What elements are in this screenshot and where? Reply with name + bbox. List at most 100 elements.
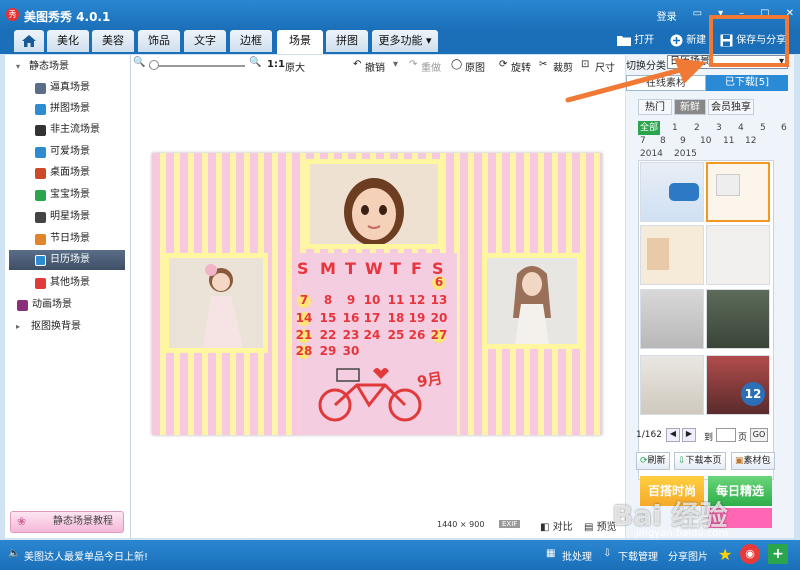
sidebar-item-collage[interactable]: 拼图场景 bbox=[5, 99, 131, 119]
month-filter[interactable]: 5 bbox=[760, 121, 766, 135]
girl-portrait-image bbox=[487, 258, 577, 344]
download-icon: ⇩ bbox=[678, 456, 686, 466]
sidebar-item-calendar[interactable]: 日历场景 bbox=[9, 250, 125, 270]
sidebar-item-desktop[interactable]: 桌面场景 bbox=[5, 163, 131, 183]
calendar-day: 18 bbox=[387, 311, 405, 325]
tab-border[interactable]: 边框 bbox=[230, 30, 272, 52]
calendar-thumb[interactable] bbox=[640, 355, 704, 415]
message-icon[interactable]: ▭ bbox=[693, 8, 702, 23]
month-filter[interactable]: 11 bbox=[723, 134, 734, 148]
month-filter[interactable]: 8 bbox=[660, 134, 666, 148]
open-button[interactable]: 打开 bbox=[617, 32, 654, 50]
download-page-button[interactable]: ⇩下载本页 bbox=[674, 452, 726, 470]
new-button[interactable]: 新建 bbox=[670, 32, 706, 50]
sidebar-item-cute[interactable]: 可爱场景 bbox=[5, 142, 131, 162]
share-photo-button[interactable]: 分享图片 bbox=[668, 548, 708, 563]
month-filter[interactable]: 4 bbox=[738, 121, 744, 135]
sidebar-item-realistic[interactable]: 逼真场景 bbox=[5, 78, 131, 98]
month-filter[interactable]: 12 bbox=[745, 134, 756, 148]
scene-thumb-icon bbox=[17, 300, 28, 311]
zoom-out-icon[interactable]: 🔍 bbox=[133, 57, 145, 68]
tab-text[interactable]: 文字 bbox=[184, 30, 226, 52]
photo-frame-right[interactable] bbox=[482, 253, 582, 349]
refresh-button[interactable]: ⟳刷新 bbox=[636, 452, 670, 470]
undo-menu-chevron-icon[interactable]: ▾ bbox=[393, 59, 398, 70]
tab-collage[interactable]: 拼图 bbox=[326, 30, 368, 52]
year-filter-2015[interactable]: 2015 bbox=[674, 147, 697, 161]
weibo-icon[interactable]: ◉ bbox=[740, 544, 760, 564]
sidebar-item-other[interactable]: 其他场景 bbox=[5, 273, 131, 293]
calendar-thumb[interactable] bbox=[706, 225, 770, 285]
month-filter[interactable]: 7 bbox=[640, 134, 646, 148]
tab-beautify[interactable]: 美化 bbox=[47, 30, 89, 52]
material-pack-button[interactable]: ▣素材包 bbox=[731, 452, 775, 470]
prev-page-button[interactable]: ◀ bbox=[666, 428, 680, 442]
year-all[interactable]: 全部 bbox=[638, 121, 661, 135]
year-filter-2014[interactable]: 2014 bbox=[640, 147, 663, 161]
tab-more-label: 更多功能 bbox=[378, 34, 423, 47]
original-size-button[interactable]: 原大 bbox=[285, 59, 305, 74]
news-ticker[interactable]: 美图达人最爱单品今日上新! bbox=[24, 548, 148, 563]
plus-circle-icon bbox=[670, 34, 683, 46]
compare-button[interactable]: ◧ 对比 bbox=[540, 518, 573, 533]
static-scene-tutorial-button[interactable]: ❀ 静态场景教程 bbox=[10, 511, 124, 533]
calendar-day: 27 bbox=[430, 328, 448, 342]
tab-beauty[interactable]: 美容 bbox=[92, 30, 134, 52]
calendar-thumb-selected[interactable] bbox=[706, 162, 770, 222]
sidebar-item-festival[interactable]: 节日场景 bbox=[5, 229, 131, 249]
star-icon[interactable]: ★ bbox=[718, 545, 732, 564]
calendar-thumb[interactable] bbox=[640, 162, 704, 222]
sidebar-item-celebrity[interactable]: 明星场景 bbox=[5, 207, 131, 227]
login-link[interactable]: 登录 bbox=[657, 8, 677, 23]
calendar-day: 7 bbox=[299, 293, 309, 307]
sidebar-item-cutout-bg[interactable]: ▸ 抠图换背景 bbox=[5, 317, 131, 337]
edit-toolbar: 🔍 🔍 1:1 原大 ↶ 撤销 ▾ ↷ 重做 ◯ 原图 ⟳ 旋转 ✂ 裁剪 ⊡ … bbox=[131, 55, 625, 77]
rotate-icon[interactable]: ⟳ bbox=[499, 59, 507, 70]
month-filter[interactable]: 2 bbox=[694, 121, 700, 135]
undo-button[interactable]: 撤销 bbox=[365, 59, 385, 74]
calendar-thumb[interactable]: 12 bbox=[706, 355, 770, 415]
month-filter[interactable]: 3 bbox=[716, 121, 722, 135]
redo-button[interactable]: 重做 bbox=[421, 59, 441, 74]
month-filter[interactable]: 10 bbox=[700, 134, 711, 148]
batch-button[interactable]: 批处理 bbox=[562, 548, 592, 563]
zoom-slider[interactable] bbox=[149, 65, 245, 67]
go-button[interactable]: GO bbox=[750, 428, 768, 442]
page-jump-input[interactable] bbox=[716, 428, 736, 442]
tab-scene[interactable]: 场景 bbox=[277, 30, 323, 54]
crop-icon[interactable]: ✂ bbox=[539, 59, 547, 70]
original-image-button[interactable]: 原图 bbox=[465, 59, 485, 74]
month-filter[interactable]: 1 bbox=[672, 121, 678, 135]
zoom-slider-handle[interactable] bbox=[149, 60, 159, 70]
baidu-watermark-url: jingyan.baidu.com bbox=[636, 528, 729, 539]
photo-frame-top[interactable] bbox=[305, 159, 443, 249]
sidebar-item-baby[interactable]: 宝宝场景 bbox=[5, 185, 131, 205]
calendar-thumb[interactable] bbox=[640, 289, 704, 349]
sidebar-item-static-scene[interactable]: ▾ 静态场景 bbox=[5, 57, 131, 77]
undo-icon[interactable]: ↶ bbox=[353, 59, 361, 70]
add-icon[interactable]: + bbox=[768, 544, 788, 564]
zoom-one-to-one-button[interactable]: 1:1 bbox=[267, 59, 285, 70]
tab-home[interactable] bbox=[14, 30, 44, 52]
download-manager-button[interactable]: 下载管理 bbox=[618, 548, 658, 563]
original-image-icon[interactable]: ◯ bbox=[451, 59, 462, 70]
month-filter[interactable]: 9 bbox=[680, 134, 686, 148]
next-page-button[interactable]: ▶ bbox=[682, 428, 696, 442]
rotate-button[interactable]: 旋转 bbox=[511, 59, 531, 74]
photo-frame-left[interactable] bbox=[164, 253, 268, 353]
girl-in-dress-image bbox=[169, 258, 263, 348]
calendar-thumb[interactable] bbox=[640, 225, 704, 285]
sidebar-item-animated[interactable]: 动画场景 bbox=[5, 295, 131, 315]
calendar-thumb[interactable] bbox=[706, 289, 770, 349]
calendar-day: 26 bbox=[408, 328, 426, 342]
tab-accessories[interactable]: 饰品 bbox=[138, 30, 180, 52]
zoom-in-icon[interactable]: 🔍 bbox=[249, 57, 261, 68]
sidebar-item-label: 节日场景 bbox=[50, 233, 90, 244]
calendar-day-header: F bbox=[411, 259, 422, 278]
exif-badge[interactable]: EXIF bbox=[499, 520, 521, 528]
month-filter[interactable]: 6 bbox=[781, 121, 787, 135]
tab-more[interactable]: 更多功能 ▾ bbox=[372, 30, 438, 52]
sidebar-item-non-mainstream[interactable]: 非主流场景 bbox=[5, 120, 131, 140]
calendar-scene-poster[interactable]: S M T W T F S 6 7 8 9 10 11 12 13 14 15 16 17 18 19 20… bbox=[152, 153, 602, 435]
redo-icon[interactable]: ↷ bbox=[409, 59, 417, 70]
